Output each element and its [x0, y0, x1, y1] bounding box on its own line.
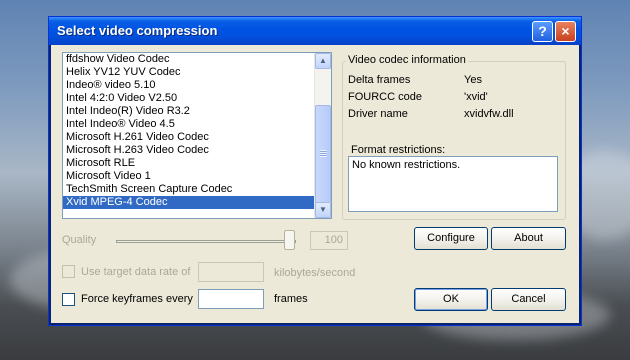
codec-info-group-label: Video codec information [346, 54, 468, 66]
kilobytes-per-second-label: kilobytes/second [274, 267, 356, 279]
codec-list-item[interactable]: Indeo® video 5.10 [63, 79, 331, 92]
codec-list-item[interactable]: Microsoft RLE [63, 157, 331, 170]
scroll-up-button[interactable]: ▲ [315, 53, 331, 69]
data-rate-input[interactable] [198, 262, 264, 282]
quality-slider-thumb[interactable] [284, 230, 295, 250]
quality-slider-track [116, 240, 296, 243]
driver-name-value: xvidvfw.dll [464, 108, 514, 120]
keyframes-input[interactable] [198, 289, 264, 309]
cancel-button[interactable]: Cancel [491, 288, 566, 311]
configure-button[interactable]: Configure [414, 227, 488, 250]
quality-value-field[interactable]: 100 [310, 231, 348, 250]
fourcc-value: 'xvid' [464, 91, 488, 103]
fourcc-label: FOURCC code [348, 91, 422, 103]
scroll-down-button[interactable]: ▼ [315, 202, 331, 218]
force-keyframes-checkbox[interactable] [62, 293, 75, 306]
frames-unit-label: frames [274, 293, 308, 305]
codec-list-item[interactable]: Microsoft H.263 Video Codec [63, 144, 331, 157]
driver-name-label: Driver name [348, 108, 408, 120]
codec-list-item[interactable]: Helix YV12 YUV Codec [63, 66, 331, 79]
ok-button[interactable]: OK [414, 288, 488, 311]
target-data-rate-label: Use target data rate of [81, 266, 191, 278]
codec-list-item[interactable]: Intel 4:2:0 Video V2.50 [63, 92, 331, 105]
codec-list-item[interactable]: Microsoft H.261 Video Codec [63, 131, 331, 144]
quality-label: Quality [62, 234, 97, 246]
codec-list-item[interactable]: Microsoft Video 1 [63, 170, 331, 183]
delta-frames-value: Yes [464, 74, 482, 86]
codec-list-item[interactable]: Intel Indeo® Video 4.5 [63, 118, 331, 131]
codec-list-scrollbar[interactable]: ▲ ▼ [314, 53, 331, 218]
format-restrictions-label: Format restrictions: [351, 144, 446, 156]
format-restrictions-box[interactable]: No known restrictions. [348, 156, 558, 212]
codec-list-item[interactable]: ffdshow Video Codec [63, 53, 331, 66]
about-button[interactable]: About [491, 227, 566, 250]
delta-frames-label: Delta frames [348, 74, 411, 86]
target-data-rate-checkbox[interactable] [62, 265, 75, 278]
codec-list-item[interactable]: Xvid MPEG-4 Codec [63, 196, 331, 209]
scroll-thumb[interactable] [315, 105, 331, 203]
codec-list-item[interactable]: TechSmith Screen Capture Codec [63, 183, 331, 196]
codec-list-item[interactable]: Intel Indeo(R) Video R3.2 [63, 105, 331, 118]
force-keyframes-label: Force keyframes every [81, 293, 193, 305]
codec-list[interactable]: ffdshow Video Codec Helix YV12 YUV Codec I… [62, 52, 332, 219]
